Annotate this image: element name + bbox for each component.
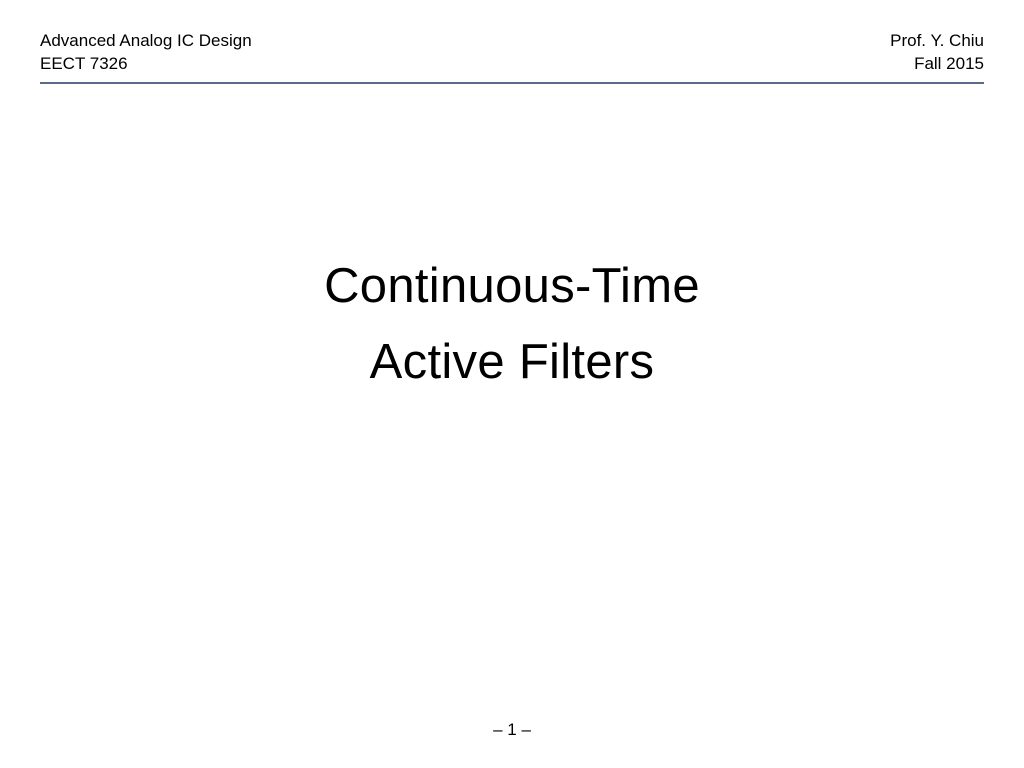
title-line-1: Continuous-Time (0, 249, 1024, 325)
course-code: EECT 7326 (40, 53, 252, 76)
slide-header: Advanced Analog IC Design EECT 7326 Prof… (0, 0, 1024, 76)
page-number: – 1 – (0, 720, 1024, 740)
header-right-block: Prof. Y. Chiu Fall 2015 (890, 30, 984, 76)
course-title: Advanced Analog IC Design (40, 30, 252, 53)
title-line-2: Active Filters (0, 325, 1024, 401)
slide-title: Continuous-Time Active Filters (0, 249, 1024, 401)
header-divider (40, 82, 984, 84)
semester: Fall 2015 (890, 53, 984, 76)
header-left-block: Advanced Analog IC Design EECT 7326 (40, 30, 252, 76)
professor-name: Prof. Y. Chiu (890, 30, 984, 53)
